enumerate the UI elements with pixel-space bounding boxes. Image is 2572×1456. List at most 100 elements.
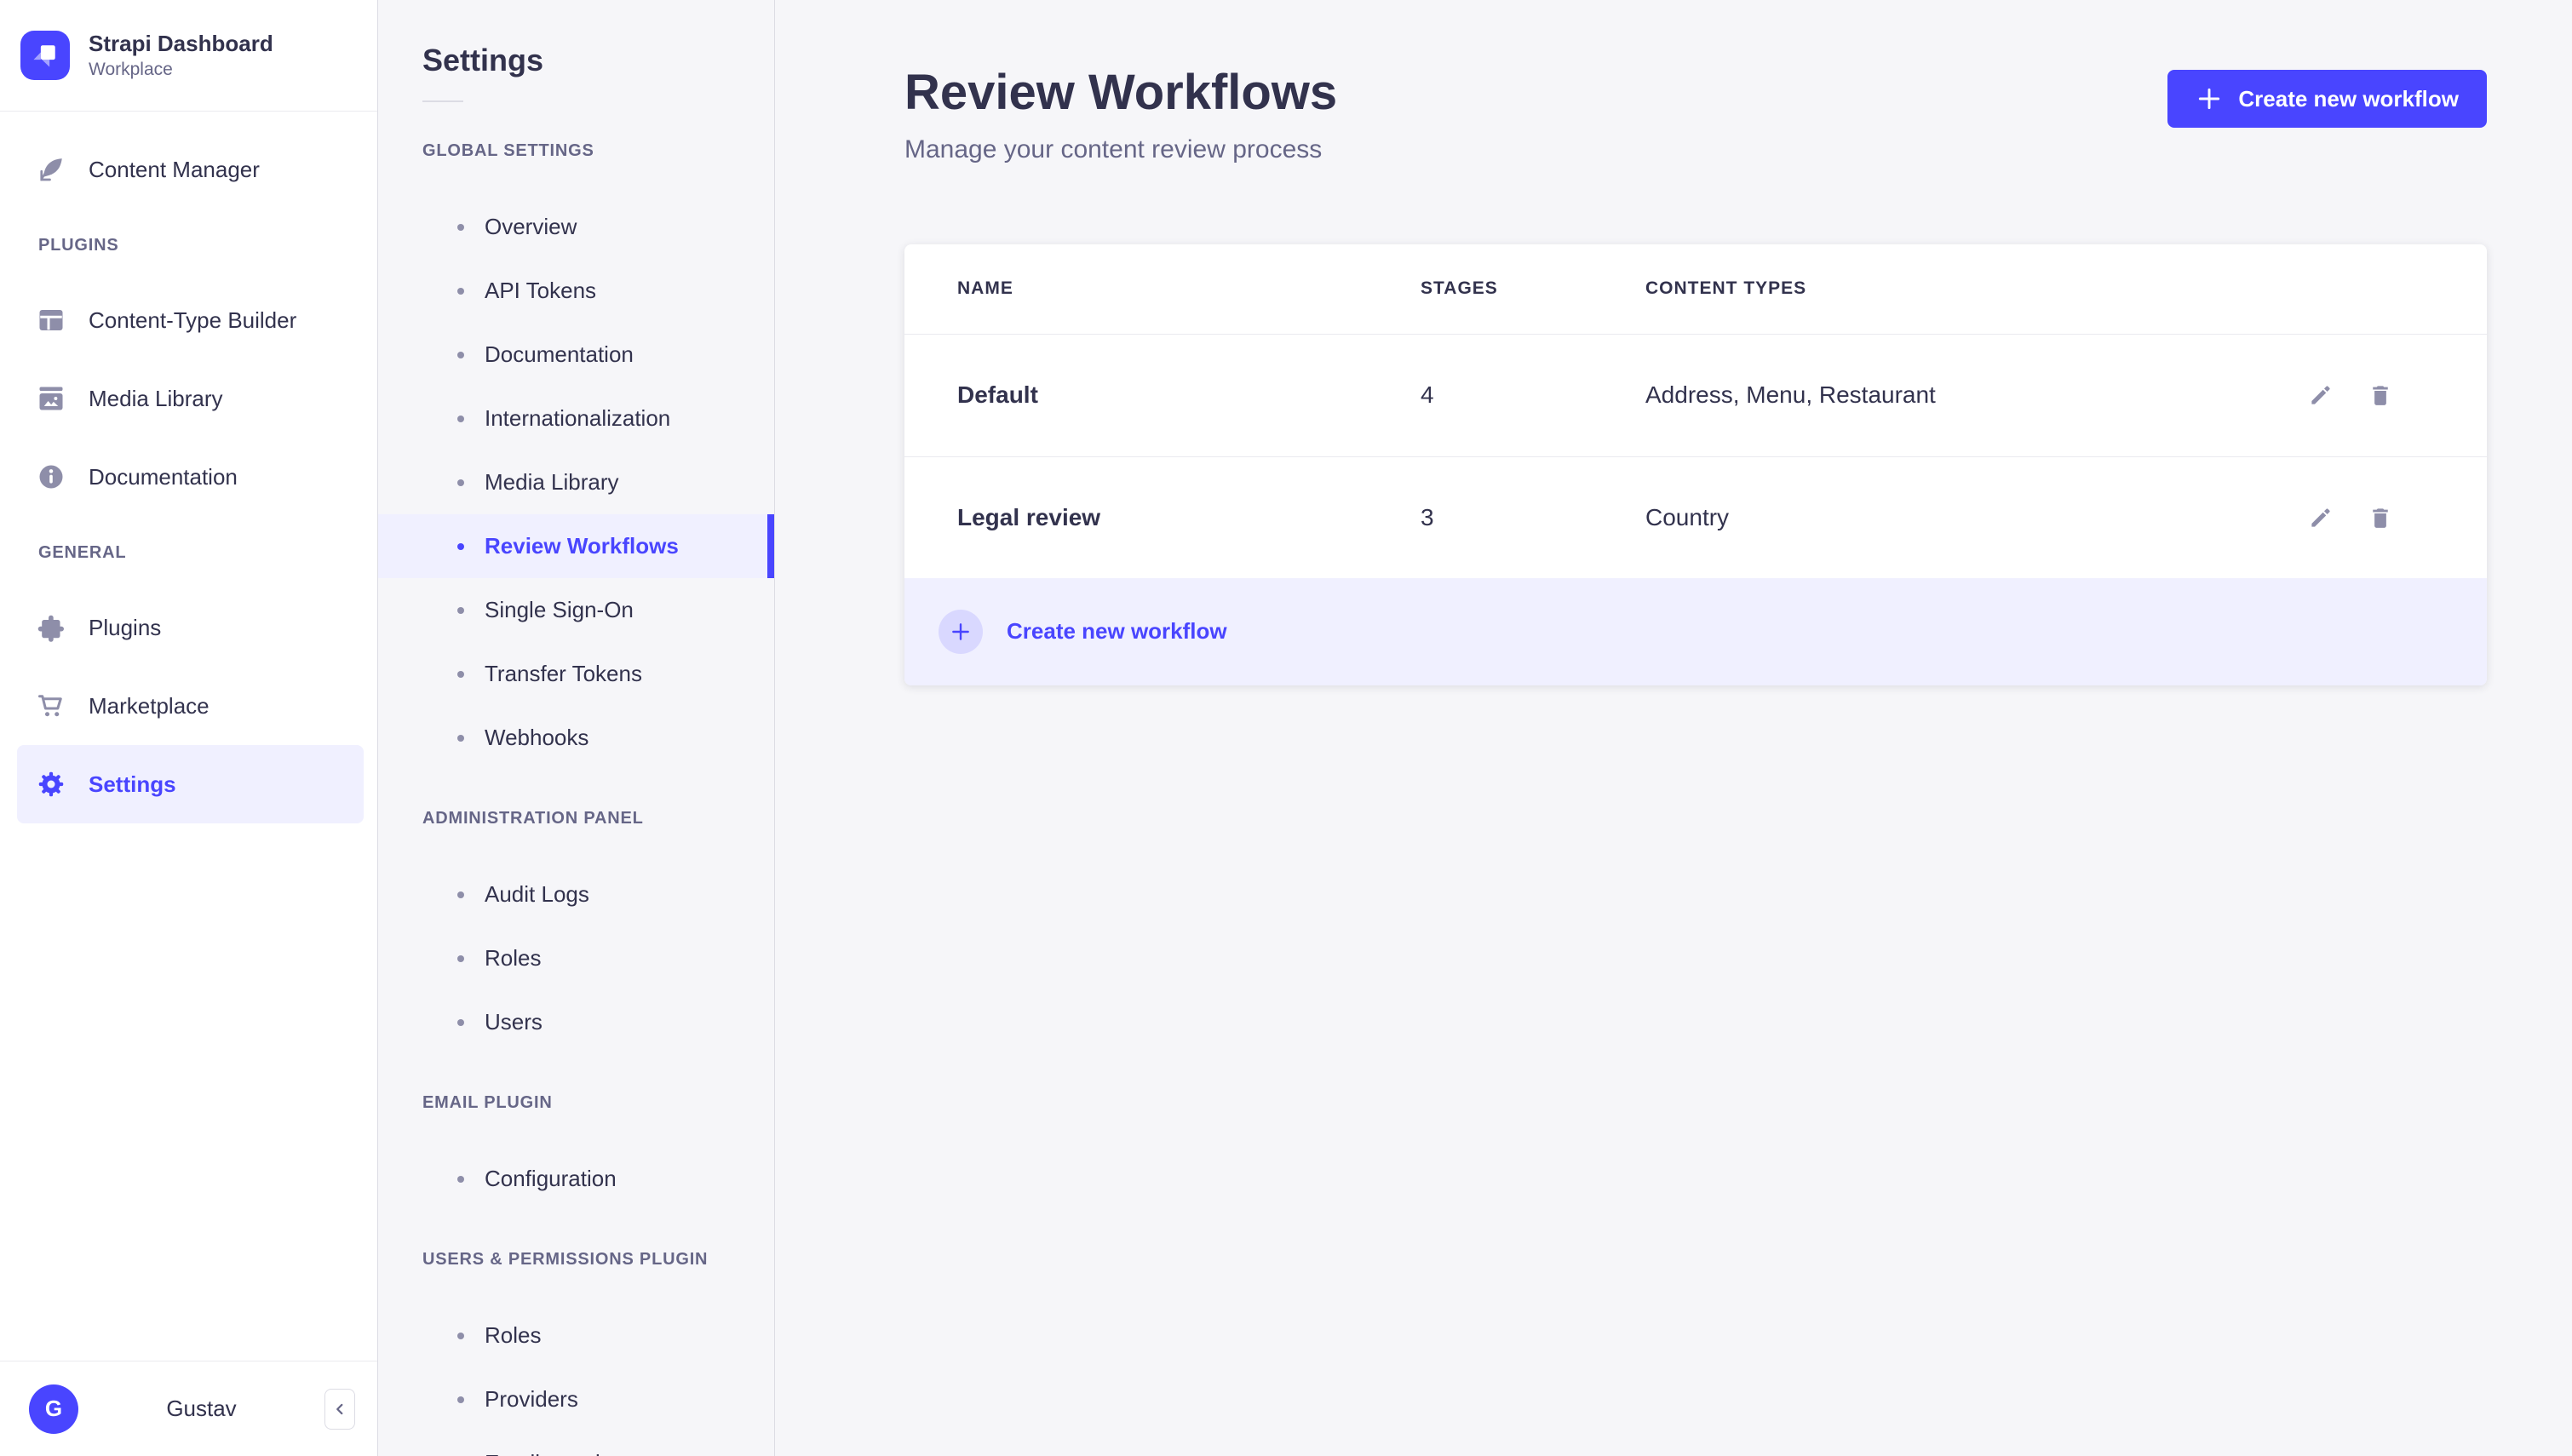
puzzle-icon bbox=[36, 612, 66, 643]
row-actions bbox=[2308, 382, 2393, 408]
column-header-content-types: CONTENT TYPES bbox=[1645, 278, 1807, 299]
subnav-item-transfer-tokens[interactable]: Transfer Tokens bbox=[378, 642, 774, 706]
workflows-table-card: NAME STAGES CONTENT TYPES Default 4 Addr… bbox=[904, 244, 2487, 685]
bullet-dot bbox=[457, 734, 464, 742]
workflow-stages: 3 bbox=[1421, 503, 1434, 530]
bullet-dot bbox=[457, 287, 464, 295]
bullet-dot bbox=[457, 542, 464, 550]
strapi-logo bbox=[20, 31, 70, 81]
subnav-item-email-templates[interactable]: Email templates bbox=[378, 1431, 774, 1456]
main-nav-list: Content Manager PLUGINS Content-Type Bui… bbox=[0, 112, 377, 1361]
bullet-dot bbox=[457, 351, 464, 358]
subnav-item-email-configuration[interactable]: Configuration bbox=[378, 1147, 774, 1211]
subnav-item-documentation[interactable]: Documentation bbox=[378, 323, 774, 387]
divider bbox=[422, 100, 463, 102]
username: Gustav bbox=[166, 1396, 237, 1421]
sidebar-item-label: Marketplace bbox=[89, 692, 210, 719]
settings-subnav: Settings GLOBAL SETTINGS Overview API To… bbox=[378, 0, 775, 1456]
picture-icon bbox=[36, 383, 66, 414]
edit-workflow-button[interactable] bbox=[2308, 505, 2334, 530]
subnav-item-up-roles[interactable]: Roles bbox=[378, 1304, 774, 1367]
nav-section-plugins: PLUGINS bbox=[38, 236, 119, 255]
subnav-item-admin-roles[interactable]: Roles bbox=[378, 926, 774, 990]
page-header: Review Workflows Manage your content rev… bbox=[904, 65, 2487, 164]
sidebar-item-marketplace[interactable]: Marketplace bbox=[17, 667, 364, 745]
plus-badge bbox=[939, 609, 983, 654]
bullet-dot bbox=[457, 606, 464, 614]
plus-icon bbox=[952, 622, 969, 640]
trash-icon bbox=[2373, 386, 2388, 406]
subnav-section-label: EMAIL PLUGIN bbox=[422, 1093, 553, 1112]
sidebar-item-media-library[interactable]: Media Library bbox=[17, 359, 364, 438]
bullet-dot bbox=[457, 954, 464, 962]
subnav-item-single-sign-on[interactable]: Single Sign-On bbox=[378, 578, 774, 642]
bullet-dot bbox=[457, 1332, 464, 1339]
edit-workflow-button[interactable] bbox=[2308, 382, 2334, 408]
subnav-item-webhooks[interactable]: Webhooks bbox=[378, 706, 774, 770]
subnav-section-label: GLOBAL SETTINGS bbox=[422, 141, 594, 160]
avatar[interactable]: G bbox=[29, 1384, 78, 1434]
bullet-dot bbox=[457, 223, 464, 231]
sidebar-item-plugins[interactable]: Plugins bbox=[17, 588, 364, 667]
strapi-logo-icon bbox=[33, 45, 55, 67]
nav-section-general: GENERAL bbox=[38, 543, 127, 563]
column-header-stages: STAGES bbox=[1421, 278, 1498, 299]
subnav-section-users-permissions-plugin: USERS & PERMISSIONS PLUGIN Roles Provide… bbox=[378, 1250, 774, 1456]
sidebar-item-content-type-builder[interactable]: Content-Type Builder bbox=[17, 281, 364, 359]
workspace-title: Strapi Dashboard bbox=[89, 31, 273, 56]
sidebar-item-label: Content Manager bbox=[89, 156, 260, 182]
info-circle-icon bbox=[36, 461, 66, 492]
bullet-dot bbox=[457, 415, 464, 422]
page-subtitle: Manage your content review process bbox=[904, 135, 1323, 163]
pencil-icon bbox=[2311, 508, 2330, 527]
create-new-workflow-row[interactable]: Create new workflow bbox=[904, 577, 2487, 685]
create-row-label: Create new workflow bbox=[1007, 618, 1227, 645]
subnav-section-global-settings: GLOBAL SETTINGS Overview API Tokens Docu… bbox=[378, 141, 774, 770]
subnav-item-admin-users[interactable]: Users bbox=[378, 990, 774, 1054]
sidebar-item-label: Media Library bbox=[89, 385, 223, 411]
create-button-label: Create new workflow bbox=[2238, 85, 2459, 112]
workflow-content-types: Address, Menu, Restaurant bbox=[1645, 381, 1936, 409]
table-row[interactable]: Default 4 Address, Menu, Restaurant bbox=[904, 335, 2487, 456]
sidebar-item-content-manager[interactable]: Content Manager bbox=[17, 130, 364, 209]
subnav-section-administration-panel: ADMINISTRATION PANEL Audit Logs Roles Us… bbox=[378, 809, 774, 1054]
delete-workflow-button[interactable] bbox=[2368, 505, 2393, 530]
subnav-item-media-library[interactable]: Media Library bbox=[378, 450, 774, 514]
shopping-cart-icon bbox=[36, 691, 66, 721]
sidebar-item-label: Content-Type Builder bbox=[89, 307, 297, 333]
feather-pen-icon bbox=[36, 154, 66, 185]
sidebar-item-settings[interactable]: Settings bbox=[17, 745, 364, 824]
main-content: Review Workflows Manage your content rev… bbox=[775, 0, 2572, 1456]
subnav-item-internationalization[interactable]: Internationalization bbox=[378, 387, 774, 450]
sidebar-footer: G Gustav bbox=[0, 1361, 377, 1456]
workflow-content-types: Country bbox=[1645, 503, 1730, 530]
table-header-row: NAME STAGES CONTENT TYPES bbox=[904, 244, 2487, 335]
subnav-item-audit-logs[interactable]: Audit Logs bbox=[378, 863, 774, 926]
main-navigation: Strapi Dashboard Workplace Content Manag… bbox=[0, 0, 378, 1456]
subnav-item-api-tokens[interactable]: API Tokens bbox=[378, 259, 774, 323]
trash-icon bbox=[2373, 508, 2388, 528]
table-row[interactable]: Legal review 3 Country bbox=[904, 456, 2487, 578]
workflow-name: Legal review bbox=[957, 503, 1101, 530]
workspace-subtitle: Workplace bbox=[89, 60, 173, 80]
plus-icon bbox=[2199, 88, 2220, 110]
subnav-item-overview[interactable]: Overview bbox=[378, 195, 774, 259]
workspace-brand[interactable]: Strapi Dashboard Workplace bbox=[0, 0, 377, 111]
subnav-section-label: ADMINISTRATION PANEL bbox=[422, 809, 644, 828]
bullet-dot bbox=[457, 670, 464, 678]
sidebar-item-documentation[interactable]: Documentation bbox=[17, 438, 364, 516]
create-new-workflow-button[interactable]: Create new workflow bbox=[2167, 70, 2487, 128]
bullet-dot bbox=[457, 479, 464, 486]
layout-grid-icon bbox=[36, 305, 66, 335]
sidebar-item-label: Documentation bbox=[89, 463, 238, 490]
page-header-text: Review Workflows Manage your content rev… bbox=[904, 65, 1337, 164]
bullet-dot bbox=[457, 1018, 464, 1026]
brand-text: Strapi Dashboard Workplace bbox=[89, 31, 273, 80]
subnav-item-providers[interactable]: Providers bbox=[378, 1367, 774, 1431]
column-header-name: NAME bbox=[957, 278, 1013, 299]
gear-icon bbox=[36, 769, 66, 800]
sidebar-item-label: Settings bbox=[89, 771, 176, 797]
delete-workflow-button[interactable] bbox=[2368, 382, 2393, 408]
collapse-sidebar-button[interactable] bbox=[324, 1388, 355, 1430]
subnav-item-review-workflows[interactable]: Review Workflows bbox=[378, 514, 774, 578]
